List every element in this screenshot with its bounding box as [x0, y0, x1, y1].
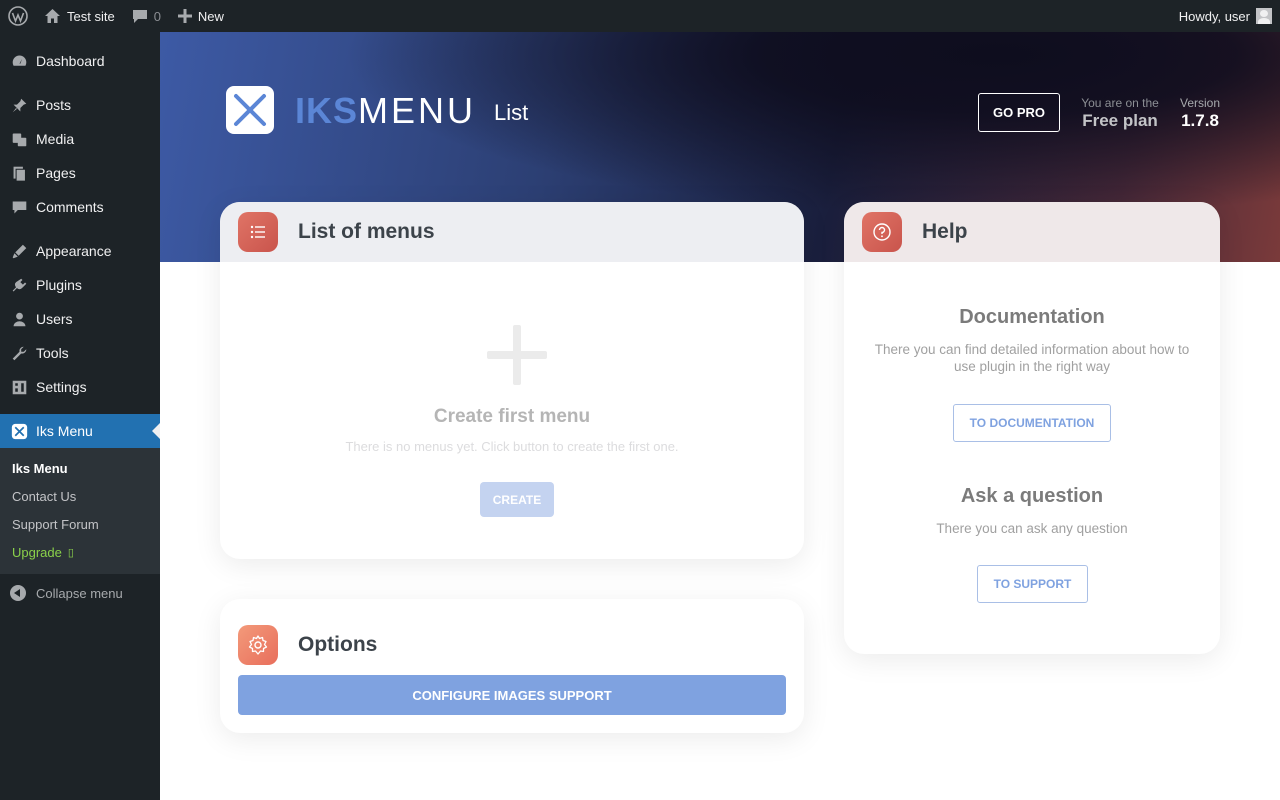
iks-menu-wordmark: IKS MENU: [295, 90, 476, 132]
upgrade-label: Upgrade: [12, 544, 62, 560]
empty-state-subtitle: There is no menus yet. Click button to c…: [345, 439, 679, 454]
wordpress-icon: [8, 6, 28, 26]
comments-link[interactable]: 0: [122, 0, 168, 32]
plugin-icon: [10, 276, 28, 294]
my-account[interactable]: Howdy, user: [1179, 8, 1280, 24]
list-of-menus-card: List of menus Create first menu There is…: [220, 202, 804, 559]
sidebar-item-pages[interactable]: Pages: [0, 156, 160, 190]
sidebar-item-plugins[interactable]: Plugins: [0, 268, 160, 302]
pin-icon: [10, 96, 28, 114]
new-label: New: [197, 8, 224, 24]
comments-count: 0: [153, 8, 161, 24]
sidebar-item-label: Comments: [36, 199, 104, 215]
empty-state-title: Create first menu: [433, 406, 591, 427]
sidebar-item-media[interactable]: Media: [0, 122, 160, 156]
card-title: List of menus: [298, 220, 435, 243]
version-value: 1.7.8: [1181, 111, 1219, 130]
admin-sidebar: Dashboard Posts Media Pages Comments App…: [0, 32, 160, 800]
card-title: Help: [922, 220, 968, 243]
brush-icon: [10, 242, 28, 260]
submenu-item-upgrade[interactable]: Upgrade ▯: [0, 538, 160, 566]
iks-menu-submenu: Iks Menu Contact Us Support Forum Upgrad…: [0, 448, 160, 574]
sidebar-item-label: Appearance: [36, 243, 112, 259]
plan-value: Free plan: [1082, 111, 1158, 130]
plus-icon: [177, 9, 192, 23]
documentation-description: There you can find detailed information …: [874, 342, 1190, 374]
version-info: Version 1.7.8: [1174, 96, 1226, 131]
pages-icon: [10, 164, 28, 182]
iks-menu-icon: [10, 422, 28, 440]
howdy-text: Howdy, user: [1178, 8, 1250, 24]
comment-icon: [10, 198, 28, 216]
sidebar-item-label: Media: [36, 131, 75, 147]
sidebar-item-label: Tools: [36, 345, 69, 361]
sidebar-item-label: Iks Menu: [36, 423, 93, 439]
sidebar-item-label: Posts: [36, 97, 72, 113]
card-header: Options: [220, 599, 804, 675]
wordmark-light: MENU: [358, 90, 477, 131]
iks-logo-icon: [226, 86, 274, 134]
sidebar-item-comments[interactable]: Comments: [0, 190, 160, 224]
sidebar-item-label: Users: [36, 311, 73, 327]
submenu-item-iks-menu[interactable]: Iks Menu: [0, 454, 160, 482]
submenu-item-contact-us[interactable]: Contact Us: [0, 482, 160, 510]
list-icon: [238, 212, 278, 252]
sidebar-item-label: Plugins: [36, 277, 82, 293]
wordpress-logo[interactable]: [0, 0, 35, 32]
media-icon: [10, 130, 28, 148]
wrench-icon: [10, 344, 28, 362]
gear-icon: [238, 625, 278, 665]
sidebar-item-label: Dashboard: [36, 53, 105, 69]
create-button[interactable]: CREATE: [480, 482, 554, 517]
documentation-title: Documentation: [959, 306, 1105, 328]
sidebar-item-users[interactable]: Users: [0, 302, 160, 336]
site-name-link[interactable]: Test site: [35, 0, 122, 32]
plan-info: You are on the Free plan: [1080, 96, 1160, 131]
comment-icon: [132, 10, 147, 23]
collapse-label: Collapse menu: [36, 585, 123, 601]
sidebar-item-appearance[interactable]: Appearance: [0, 234, 160, 268]
home-icon: [45, 9, 60, 23]
question-icon: [862, 212, 902, 252]
sidebar-item-label: Settings: [36, 379, 87, 395]
admin-bar: Test site 0 New Howdy, user: [0, 0, 1280, 32]
version-label: Version: [1179, 96, 1221, 110]
sidebar-item-settings[interactable]: Settings: [0, 370, 160, 404]
sidebar-item-iks-menu[interactable]: Iks Menu: [0, 414, 160, 448]
sidebar-item-label: Pages: [36, 165, 76, 181]
to-support-button[interactable]: TO SUPPORT: [977, 565, 1088, 603]
collapse-arrow-icon: [10, 585, 26, 601]
sidebar-item-dashboard[interactable]: Dashboard: [0, 44, 160, 78]
upgrade-glyph: ▯: [67, 546, 74, 559]
sidebar-item-tools[interactable]: Tools: [0, 336, 160, 370]
plan-label: You are on the: [1081, 96, 1159, 110]
card-title: Options: [298, 633, 378, 656]
to-documentation-button[interactable]: TO DOCUMENTATION: [953, 404, 1111, 442]
wordmark-bold: IKS: [295, 90, 359, 131]
submenu-item-support-forum[interactable]: Support Forum: [0, 510, 160, 538]
collapse-menu-button[interactable]: Collapse menu: [0, 576, 160, 610]
site-name: Test site: [67, 8, 115, 24]
card-header: Help: [844, 202, 1220, 262]
add-plus-icon: [487, 325, 547, 385]
ask-question-title: Ask a question: [960, 485, 1104, 507]
settings-icon: [10, 378, 28, 396]
options-card: Options CONFIGURE IMAGES SUPPORT: [220, 599, 804, 733]
dashboard-icon: [10, 52, 28, 70]
card-header: List of menus: [220, 202, 804, 262]
page-title: List: [494, 100, 529, 125]
new-content-link[interactable]: New: [168, 0, 231, 32]
help-card: Help Documentation There you can find de…: [844, 202, 1220, 654]
go-pro-button[interactable]: GO PRO: [978, 93, 1060, 132]
user-icon: [10, 310, 28, 328]
avatar: [1256, 8, 1272, 24]
configure-images-support-button[interactable]: CONFIGURE IMAGES SUPPORT: [238, 675, 786, 715]
sidebar-item-posts[interactable]: Posts: [0, 88, 160, 122]
ask-question-description: There you can ask any question: [936, 521, 1128, 536]
